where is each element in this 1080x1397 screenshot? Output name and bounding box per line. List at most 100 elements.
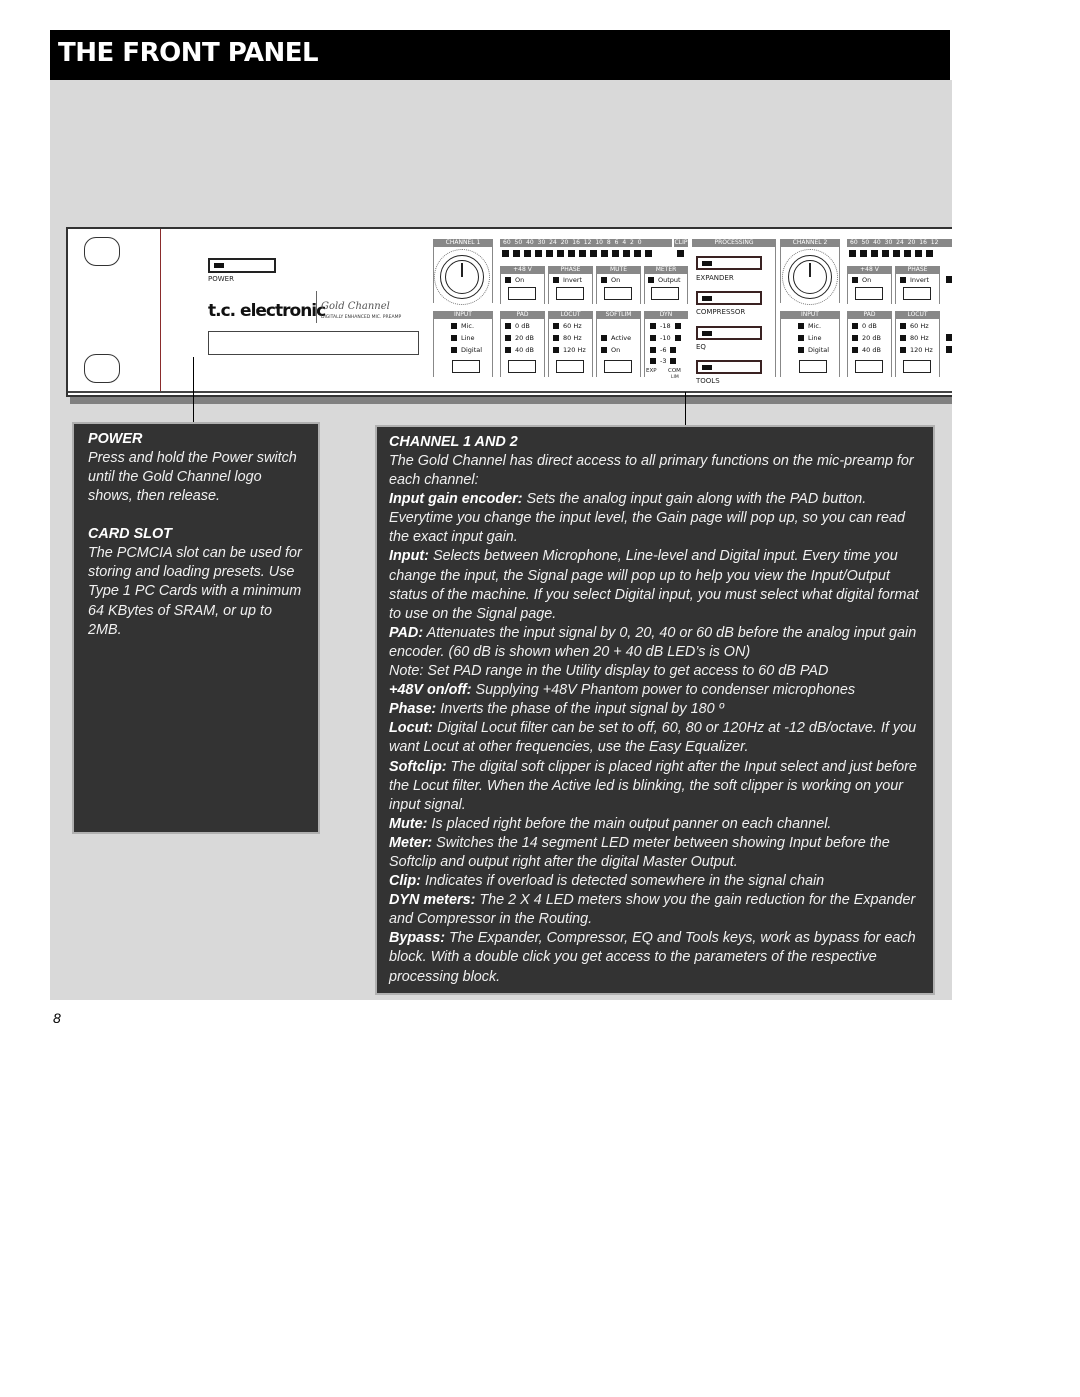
feature-term: Locut: [389,720,433,737]
ch2-pad-button[interactable] [855,360,883,373]
ch2-phantom-on-indicator: On [852,276,871,284]
channel1-meter-led [601,250,608,257]
tc-electronic-logo: t.c. electronic [208,301,326,321]
channel2-meter-led [893,250,900,257]
pad-header: PAD [500,311,545,319]
channel2-meter-led [926,250,933,257]
logo-separator [316,291,317,323]
compressor-button[interactable] [696,291,762,305]
phantom-header: +48 V [500,266,545,274]
channel1-input-gain-encoder[interactable] [440,255,484,299]
ch2-pad-40db-indicator: 40 dB [852,346,881,354]
meter-header: METER [644,266,688,274]
channel2-meter-led [915,250,922,257]
ch2-phase-header: PHASE [895,266,940,274]
ch2-mute-led-partial [946,276,952,283]
feature-text: Supplying +48V Phantom power to condense… [471,682,856,699]
channel2-meter-led [860,250,867,257]
pad-button[interactable] [508,360,536,373]
power-led [214,263,224,268]
channel1-meter-led [524,250,531,257]
channel1-meter-led [513,250,520,257]
channel1-meter-led [535,250,542,257]
pad-40db-indicator: 40 dB [505,346,534,354]
feature-description: Note: Set PAD range in the Utility displ… [389,662,921,681]
page-number: 8 [53,1010,61,1026]
channel1-led-meter [502,250,652,257]
channel2-led-meter [849,250,933,257]
power-callout-line [193,357,194,423]
input-header: INPUT [433,311,493,319]
processing-header: PROCESSING [692,239,776,247]
channel1-meter-led [568,250,575,257]
power-switch[interactable] [208,258,276,273]
tools-button[interactable] [696,360,762,374]
pad-0db-indicator: 0 dB [505,322,530,330]
locut-button[interactable] [556,360,584,373]
ch2-phase-button[interactable] [903,287,931,300]
ch2-pad-header: PAD [847,311,892,319]
meter-output-indicator: Output [648,276,681,284]
power-description: Press and hold the Power switch until th… [88,450,297,505]
ch2-softlim-led-partial [946,334,952,341]
channel2-header: CHANNEL 2 [780,239,840,247]
feature-term: DYN meters: [389,892,476,909]
clip-header: CLIP [674,239,688,247]
panel-bottom-edge [68,391,952,393]
ch2-locut-120hz-indicator: 120 Hz [900,346,933,354]
input-mic-indicator: Mic. [451,322,474,330]
feature-term: PAD: [389,624,424,641]
page-title-bar: THE FRONT PANEL [50,30,950,80]
eq-button[interactable] [696,326,762,340]
phantom-button[interactable] [508,287,536,300]
ch2-locut-button[interactable] [903,360,931,373]
feature-term: Phase: [389,701,437,718]
feature-description: Clip: Indicates if overload is detected … [389,872,921,891]
softlim-button[interactable] [604,360,632,373]
feature-term: Bypass: [389,930,445,947]
channel-intro: The Gold Channel has direct access to al… [389,453,914,489]
ch2-locut-60hz-indicator: 60 Hz [900,322,929,330]
channel1-header: CHANNEL 1 [433,239,493,247]
card-slot[interactable] [208,331,419,355]
power-label: POWER [208,275,234,283]
ch2-softlim-led2-partial [946,346,952,353]
feature-text: The digital soft clipper is placed right… [389,758,917,813]
channel2-input-gain-encoder[interactable] [788,255,832,299]
ch2-pad-20db-indicator: 20 dB [852,334,881,342]
tools-label: TOOLS [696,377,720,385]
feature-text: Selects between Microphone, Line-level a… [389,548,919,622]
ch2-locut-header: LOCUT [895,311,940,319]
ch2-input-button[interactable] [799,360,827,373]
ch2-phantom-button[interactable] [855,287,883,300]
card-slot-description: The PCMCIA slot can be used for storing … [88,545,302,638]
locut-header: LOCUT [548,311,593,319]
ch2-input-header: INPUT [780,311,840,319]
feature-term: Softclip: [389,758,447,775]
channel1-meter-led [546,250,553,257]
feature-description: Phase: Inverts the phase of the input si… [389,700,921,719]
feature-description: DYN meters: The 2 X 4 LED meters show yo… [389,891,921,929]
mute-button[interactable] [604,287,632,300]
channel2-meter-scale: 60 50 40 30 24 20 16 12 [847,239,952,247]
rack-mount-hole-bottom [84,354,120,383]
rack-ear-divider [160,229,161,393]
phase-button[interactable] [556,287,584,300]
channel1-meter-led [579,250,586,257]
input-button[interactable] [452,360,480,373]
feature-text: The Expander, Compressor, EQ and Tools k… [389,930,916,985]
channel-description-box: CHANNEL 1 AND 2 The Gold Channel has dir… [375,425,935,995]
channel-heading: CHANNEL 1 AND 2 [389,434,518,450]
meter-button[interactable] [651,287,679,300]
channel1-meter-led [612,250,619,257]
feature-term: +48V on/off: [389,682,472,699]
expander-button[interactable] [696,256,762,270]
feature-term: Input: [389,548,429,565]
ch2-phantom-header: +48 V [847,266,892,274]
feature-description: +48V on/off: Supplying +48V Phantom powe… [389,681,921,700]
channel2-meter-led [882,250,889,257]
channel2-meter-led [871,250,878,257]
feature-term: Input gain encoder: [389,491,523,508]
pad-20db-indicator: 20 dB [505,334,534,342]
channel1-meter-led [590,250,597,257]
